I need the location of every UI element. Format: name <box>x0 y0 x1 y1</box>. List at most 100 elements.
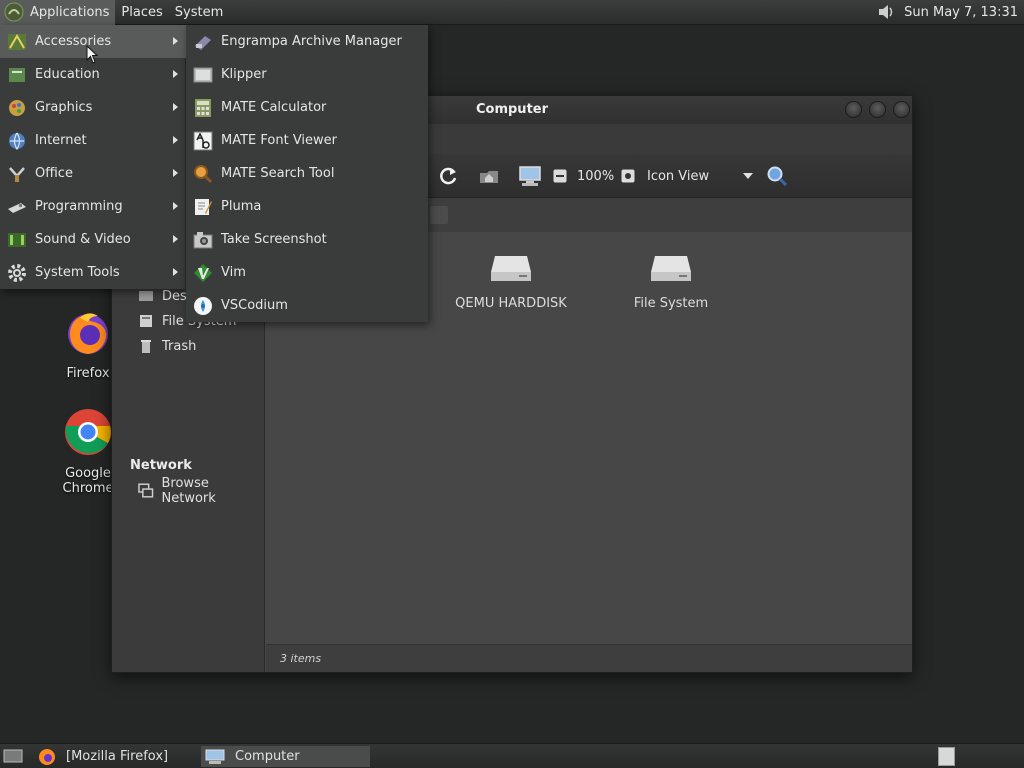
zoom-in-button[interactable] <box>621 154 635 198</box>
menu-category-system-tools[interactable]: System Tools <box>0 256 186 289</box>
search-tool-icon <box>194 164 213 183</box>
clipboard-icon <box>193 67 213 82</box>
menu-item-label: Klipper <box>221 67 267 82</box>
menu-item-label: Engrampa Archive Manager <box>221 34 402 49</box>
computer-icon <box>519 166 541 186</box>
firefox-icon <box>39 748 55 765</box>
computer-icon <box>205 749 225 764</box>
menu-item-label: Programming <box>35 199 123 214</box>
menu-item-label: Take Screenshot <box>221 232 327 247</box>
applications-menu-button[interactable]: Applications <box>0 0 116 25</box>
submenu-arrow-icon <box>173 103 178 111</box>
menu-item-label: Graphics <box>35 100 93 115</box>
zoom-level: 100% <box>577 168 615 184</box>
file-item-qemu-harddisk[interactable]: QEMU HARDDISK <box>441 250 581 311</box>
menu-item-label: Internet <box>35 133 87 148</box>
window-title: Computer <box>475 102 549 117</box>
sidebar-heading-network: Network <box>130 458 192 473</box>
close-button[interactable] <box>893 101 910 118</box>
menu-item-vscodium[interactable]: VSCodium <box>186 289 428 322</box>
menu-item-mate-search-tool[interactable]: MATE Search Tool <box>186 157 428 190</box>
education-icon <box>9 67 25 82</box>
submenu-arrow-icon <box>173 37 178 45</box>
sidebar-item-browse-network[interactable]: Browse Network <box>138 476 264 506</box>
sound-video-icon <box>8 232 26 247</box>
computer-button[interactable] <box>518 154 542 198</box>
text-editor-icon <box>195 198 212 215</box>
minimize-button[interactable] <box>845 101 862 118</box>
accessories-submenu: Engrampa Archive Manager Klipper MATE Ca… <box>186 25 428 322</box>
filesystem-icon <box>140 315 152 327</box>
show-desktop-icon[interactable] <box>3 748 23 764</box>
menu-category-sound-video[interactable]: Sound & Video <box>0 223 186 256</box>
top-panel: Applications Places System Sun May 7, 13… <box>0 0 1024 25</box>
sidebar-item-label: Trash <box>162 338 197 354</box>
menu-category-office[interactable]: Office <box>0 157 186 190</box>
menu-item-vim[interactable]: Vim <box>186 256 428 289</box>
view-mode-select[interactable]: Icon View <box>647 154 753 198</box>
vscodium-icon <box>194 296 212 315</box>
submenu-arrow-icon <box>173 268 178 276</box>
harddisk-icon <box>651 256 691 281</box>
accessories-icon <box>8 33 26 50</box>
submenu-arrow-icon <box>173 235 178 243</box>
sidebar-item-trash[interactable]: Trash <box>138 335 196 357</box>
chevron-down-icon <box>743 173 753 179</box>
file-item-label: File System <box>633 296 709 311</box>
font-icon <box>193 131 213 150</box>
trash-icon <box>141 340 151 353</box>
sidebar-item-label: Browse Network <box>161 476 216 506</box>
home-button[interactable] <box>478 154 500 198</box>
places-menu-button[interactable]: Places <box>115 0 168 25</box>
taskbar-item-label: Computer <box>235 749 300 764</box>
firefox-icon <box>68 313 108 354</box>
taskbar-item-computer[interactable]: Computer <box>201 746 370 767</box>
menu-item-mate-calculator[interactable]: MATE Calculator <box>186 91 428 124</box>
submenu-arrow-icon <box>173 136 178 144</box>
harddisk-icon <box>491 256 531 281</box>
system-menu-button[interactable]: System <box>169 0 229 25</box>
file-item-label: QEMU HARDDISK <box>455 296 567 311</box>
camera-icon <box>193 231 213 248</box>
file-item-file-system[interactable]: File System <box>601 250 741 311</box>
programming-icon <box>8 202 26 213</box>
zoom-out-button[interactable] <box>553 154 567 198</box>
archive-icon <box>195 35 211 50</box>
menu-item-klipper[interactable]: Klipper <box>186 58 428 91</box>
menu-item-take-screenshot[interactable]: Take Screenshot <box>186 223 428 256</box>
taskbar-item-firefox[interactable]: [Mozilla Firefox] <box>34 746 200 767</box>
chrome-icon <box>65 409 111 455</box>
vim-icon <box>194 263 212 282</box>
menu-item-label: System Tools <box>35 265 120 280</box>
menu-category-programming[interactable]: Programming <box>0 190 186 223</box>
menu-item-label: MATE Font Viewer <box>221 133 338 148</box>
volume-icon[interactable] <box>876 2 896 22</box>
path-scroll-button[interactable] <box>430 206 448 224</box>
menu-category-internet[interactable]: Internet <box>0 124 186 157</box>
submenu-arrow-icon <box>173 70 178 78</box>
desktop-folder-icon <box>139 291 153 301</box>
menu-item-pluma[interactable]: Pluma <box>186 190 428 223</box>
maximize-button[interactable] <box>869 101 886 118</box>
view-mode-label: Icon View <box>647 168 710 184</box>
graphics-icon <box>9 99 25 116</box>
search-button[interactable] <box>766 154 788 198</box>
search-icon <box>767 166 788 187</box>
home-folder-icon <box>480 171 498 183</box>
status-bar: 3 items <box>266 644 912 672</box>
menu-item-mate-font-viewer[interactable]: MATE Font Viewer <box>186 124 428 157</box>
reload-button[interactable] <box>437 154 459 198</box>
menu-item-label: Sound & Video <box>35 232 131 247</box>
menu-item-engrampa[interactable]: Engrampa Archive Manager <box>186 25 428 58</box>
system-tray: Sun May 7, 13:31 <box>876 0 1024 25</box>
reload-icon <box>440 167 457 185</box>
menu-item-label: Pluma <box>221 199 262 214</box>
applications-label: Applications <box>30 4 110 20</box>
menu-item-label: Education <box>35 67 100 82</box>
menu-item-label: VSCodium <box>221 298 288 313</box>
workspace-switcher[interactable] <box>938 747 955 766</box>
system-tools-icon <box>8 263 26 282</box>
menu-category-graphics[interactable]: Graphics <box>0 91 186 124</box>
clock[interactable]: Sun May 7, 13:31 <box>904 5 1018 20</box>
menu-item-label: Office <box>35 166 73 181</box>
